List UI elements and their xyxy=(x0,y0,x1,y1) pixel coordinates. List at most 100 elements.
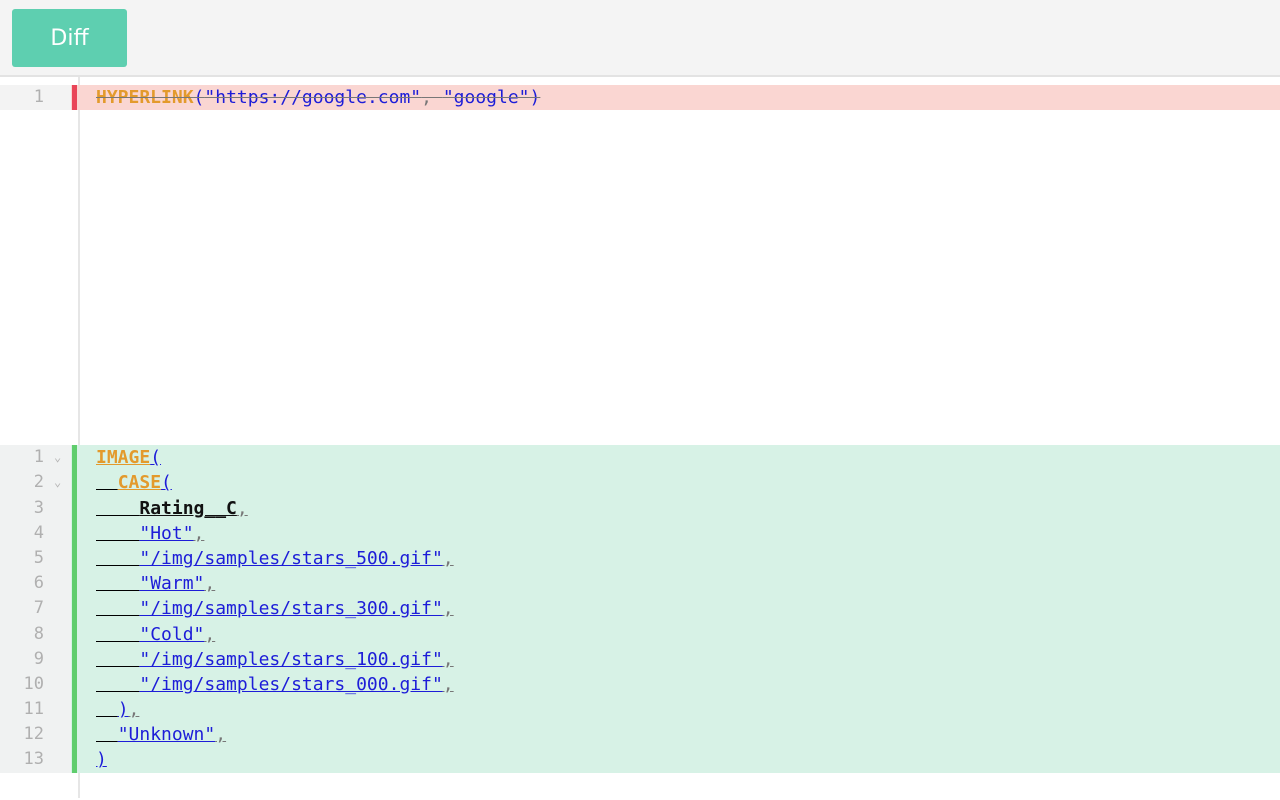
added-line: 8 "Cold", xyxy=(0,621,1280,647)
line-code[interactable]: "/img/samples/stars_500.gif", xyxy=(96,546,454,571)
added-line: 7 "/img/samples/stars_300.gif", xyxy=(0,596,1280,622)
line-code[interactable]: "Warm", xyxy=(96,571,215,596)
line-gutter: 11 xyxy=(0,697,71,723)
added-line: 12 "Unknown", xyxy=(0,722,1280,748)
line-number: 9 xyxy=(33,648,44,669)
code-token: ) xyxy=(117,699,129,721)
line-code[interactable]: "Unknown", xyxy=(96,722,226,747)
line-number: 4 xyxy=(33,522,44,543)
empty-region xyxy=(0,110,1280,445)
line-gutter: 13 xyxy=(0,747,71,773)
code-token: HYPERLINK xyxy=(96,87,194,108)
line-gutter: 12 xyxy=(0,722,71,748)
code-token: "https://google.com" xyxy=(204,87,422,108)
line-code[interactable]: CASE( xyxy=(96,470,172,495)
added-marker xyxy=(72,697,77,723)
code-token: "Cold" xyxy=(139,623,205,645)
code-token: "Hot" xyxy=(139,522,194,544)
code-token: , xyxy=(442,547,454,569)
code-token: , xyxy=(204,623,216,645)
code-token: , xyxy=(128,699,140,721)
code-token: , xyxy=(204,573,216,595)
line-code[interactable]: HYPERLINK("https://google.com", "google"… xyxy=(96,85,540,110)
line-gutter: 9 xyxy=(0,646,71,672)
code-token: Rating__C xyxy=(139,497,237,519)
line-code[interactable]: "/img/samples/stars_100.gif", xyxy=(96,647,453,672)
removed-line: 1 HYPERLINK("https://google.com", "google… xyxy=(0,85,1280,111)
added-line: 4 "Hot", xyxy=(0,520,1280,546)
code-token: "Warm" xyxy=(139,573,205,595)
line-number: 2 xyxy=(33,472,44,493)
line-number: 10 xyxy=(23,673,44,694)
line-gutter: 7 xyxy=(0,596,71,622)
added-marker xyxy=(72,646,77,672)
added-line: 6 "Warm", xyxy=(0,571,1280,597)
code-token: IMAGE xyxy=(96,447,151,469)
line-number: 7 xyxy=(33,598,44,619)
line-number: 1 xyxy=(33,87,44,107)
line-gutter: 5 xyxy=(0,545,71,572)
code-token: ( xyxy=(150,447,162,469)
added-marker xyxy=(72,571,77,597)
code-token: "/img/samples/stars_100.gif" xyxy=(139,648,443,670)
diff-button[interactable]: Diff xyxy=(12,9,127,67)
added-line: 5 "/img/samples/stars_500.gif", xyxy=(0,545,1280,572)
fold-chevron-icon[interactable]: ⌄ xyxy=(54,445,61,470)
added-line: 10 "/img/samples/stars_000.gif", xyxy=(0,671,1280,698)
toolbar: Diff xyxy=(0,0,1280,77)
line-number: 12 xyxy=(23,724,44,745)
code-token: ) xyxy=(529,87,541,108)
line-code[interactable]: Rating__C, xyxy=(96,496,247,521)
added-line: 3 Rating__C, xyxy=(0,495,1280,521)
code-token: , xyxy=(421,87,432,108)
added-marker xyxy=(72,747,77,773)
line-code[interactable]: IMAGE( xyxy=(96,445,161,470)
line-gutter: 6 xyxy=(0,571,71,597)
code-token: CASE xyxy=(117,472,162,494)
line-code[interactable]: "Cold", xyxy=(96,622,215,647)
line-number: 5 xyxy=(33,547,44,568)
line-gutter: 3 xyxy=(0,495,71,521)
added-marker xyxy=(72,520,77,546)
line-gutter: 4 xyxy=(0,520,71,546)
added-line: 11 ), xyxy=(0,697,1280,723)
added-marker xyxy=(72,495,77,521)
code-token: , xyxy=(193,522,205,544)
code-token: "/img/samples/stars_000.gif" xyxy=(139,673,443,695)
code-token: , xyxy=(215,724,227,746)
line-number: 13 xyxy=(23,749,44,770)
code-token: ) xyxy=(96,749,107,771)
line-gutter: 1 xyxy=(0,85,71,111)
diff-editor[interactable]: 1 HYPERLINK("https://google.com", "google… xyxy=(0,77,1280,800)
line-number: 8 xyxy=(33,623,44,644)
code-token: "google" xyxy=(442,87,530,108)
line-gutter: 8 xyxy=(0,621,71,647)
code-token: "Unknown" xyxy=(117,724,216,746)
line-code[interactable]: "/img/samples/stars_000.gif", xyxy=(96,672,454,697)
line-number: 3 xyxy=(33,497,44,518)
line-code[interactable]: ), xyxy=(96,697,140,722)
code-token: , xyxy=(442,673,454,695)
code-area: 1 HYPERLINK("https://google.com", "google… xyxy=(0,85,1280,773)
added-marker xyxy=(72,470,77,496)
line-code[interactable]: ) xyxy=(96,747,107,772)
fold-chevron-icon[interactable]: ⌄ xyxy=(54,470,61,495)
removed-marker xyxy=(72,85,77,111)
line-code[interactable]: "Hot", xyxy=(96,521,204,546)
line-code[interactable]: "/img/samples/stars_300.gif", xyxy=(96,596,453,621)
line-gutter: 1 ⌄ xyxy=(0,445,71,471)
added-marker xyxy=(72,596,77,622)
code-token: ( xyxy=(193,87,205,108)
code-token: "/img/samples/stars_300.gif" xyxy=(139,598,443,620)
code-token: ( xyxy=(161,472,172,494)
